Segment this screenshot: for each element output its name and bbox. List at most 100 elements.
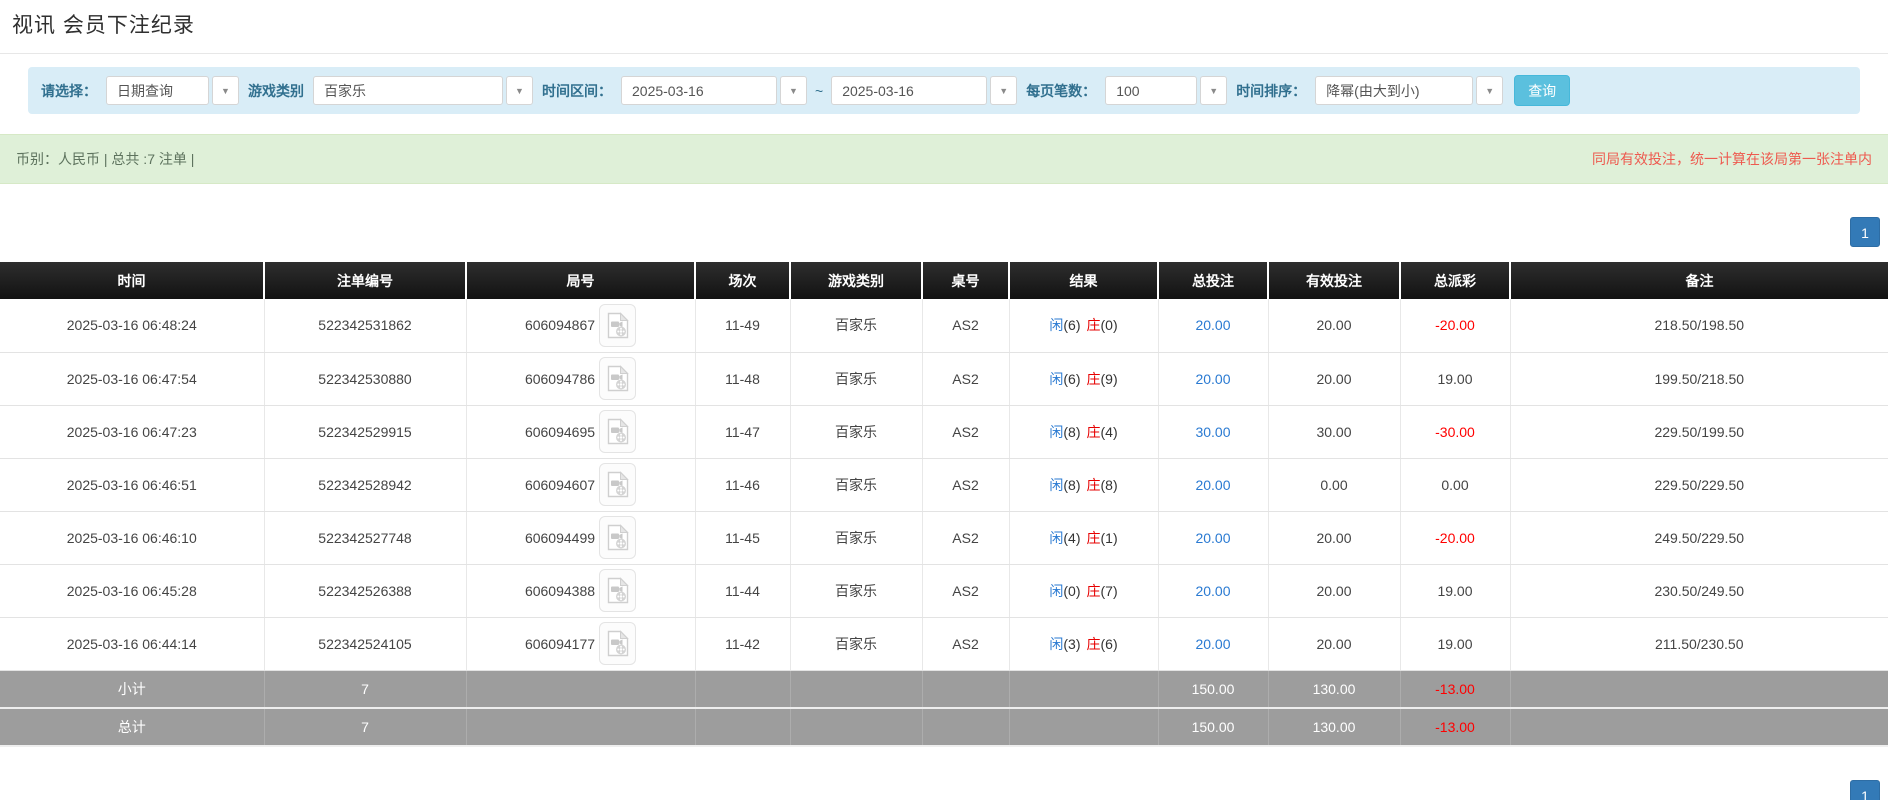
- cell-game-type: 百家乐: [790, 458, 922, 511]
- round-id-text: 606094388: [525, 583, 595, 599]
- result-banker-score: (8): [1101, 477, 1118, 493]
- video-playback-icon[interactable]: [599, 304, 636, 347]
- chevron-down-icon[interactable]: ▼: [212, 76, 239, 105]
- result-player-label: 闲: [1049, 583, 1063, 599]
- cell-session: 11-48: [695, 352, 790, 405]
- date-from-value[interactable]: 2025-03-16: [621, 76, 777, 105]
- cell-remark: 229.50/199.50: [1510, 405, 1888, 458]
- column-header: 备注: [1510, 262, 1888, 299]
- cell-payout: 19.00: [1400, 564, 1510, 617]
- cell-game-type: 百家乐: [790, 617, 922, 670]
- cell-bet-id: 522342528942: [264, 458, 466, 511]
- cell-time: 2025-03-16 06:48:24: [0, 299, 264, 352]
- column-header: 有效投注: [1268, 262, 1400, 299]
- result-player-score: (3): [1063, 636, 1080, 652]
- video-playback-icon[interactable]: [599, 569, 636, 612]
- cell-table-no: AS2: [922, 458, 1009, 511]
- cell-table-no: AS2: [922, 405, 1009, 458]
- column-header: 总投注: [1158, 262, 1268, 299]
- date-to-select[interactable]: 2025-03-16 ▼: [831, 76, 1017, 105]
- result-banker-label: 庄: [1087, 583, 1101, 599]
- cell-session: 11-42: [695, 617, 790, 670]
- result-player-score: (8): [1063, 477, 1080, 493]
- cell-payout: -20.00: [1400, 511, 1510, 564]
- cell-result: 闲(6)庄(0): [1009, 299, 1158, 352]
- cell-bet-id: 522342524105: [264, 617, 466, 670]
- result-player-label: 闲: [1049, 636, 1063, 652]
- cell-total-bet[interactable]: 20.00: [1158, 458, 1268, 511]
- time-sort-select[interactable]: 降幂(由大到小) ▼: [1315, 76, 1503, 105]
- page-size-select[interactable]: 100 ▼: [1105, 76, 1227, 105]
- summary-label: 小计: [0, 670, 264, 708]
- cell-time: 2025-03-16 06:47:54: [0, 352, 264, 405]
- cell-total-bet[interactable]: 20.00: [1158, 564, 1268, 617]
- result-player-label: 闲: [1049, 371, 1063, 387]
- cell-total-bet[interactable]: 30.00: [1158, 405, 1268, 458]
- cell-result: 闲(4)庄(1): [1009, 511, 1158, 564]
- result-player-score: (6): [1063, 371, 1080, 387]
- cell-valid-bet: 20.00: [1268, 352, 1400, 405]
- chevron-down-icon[interactable]: ▼: [506, 76, 533, 105]
- cell-round-id: 606094867: [466, 299, 695, 352]
- cell-bet-id: 522342529915: [264, 405, 466, 458]
- date-to-value[interactable]: 2025-03-16: [831, 76, 987, 105]
- cell-remark: 211.50/230.50: [1510, 617, 1888, 670]
- cell-remark: 199.50/218.50: [1510, 352, 1888, 405]
- time-range-label: 时间区间：: [539, 81, 615, 101]
- search-button[interactable]: 查询: [1514, 75, 1570, 106]
- summary-total-bet: 150.00: [1158, 708, 1268, 746]
- cell-table-no: AS2: [922, 511, 1009, 564]
- cell-table-no: AS2: [922, 299, 1009, 352]
- result-player-label: 闲: [1049, 424, 1063, 440]
- game-type-value[interactable]: 百家乐: [313, 76, 503, 105]
- chevron-down-icon[interactable]: ▼: [1200, 76, 1227, 105]
- cell-remark: 230.50/249.50: [1510, 564, 1888, 617]
- cell-total-bet[interactable]: 20.00: [1158, 352, 1268, 405]
- page-1-button[interactable]: 1: [1850, 217, 1880, 247]
- result-player-label: 闲: [1049, 530, 1063, 546]
- query-type-select[interactable]: 日期查询 ▼: [106, 76, 239, 105]
- cell-time: 2025-03-16 06:44:14: [0, 617, 264, 670]
- result-banker-score: (4): [1101, 424, 1118, 440]
- query-type-value[interactable]: 日期查询: [106, 76, 209, 105]
- summary-payout: -13.00: [1400, 708, 1510, 746]
- result-banker-label: 庄: [1087, 530, 1101, 546]
- column-header: 游戏类别: [790, 262, 922, 299]
- result-player-score: (0): [1063, 583, 1080, 599]
- cell-round-id: 606094499: [466, 511, 695, 564]
- cell-total-bet[interactable]: 20.00: [1158, 511, 1268, 564]
- cell-bet-id: 522342526388: [264, 564, 466, 617]
- chevron-down-icon[interactable]: ▼: [1476, 76, 1503, 105]
- chevron-down-icon[interactable]: ▼: [780, 76, 807, 105]
- column-header: 场次: [695, 262, 790, 299]
- cell-session: 11-44: [695, 564, 790, 617]
- game-type-select[interactable]: 百家乐 ▼: [313, 76, 533, 105]
- video-playback-icon[interactable]: [599, 622, 636, 665]
- valid-bet-note: 同局有效投注，统一计算在该局第一张注单内: [1592, 149, 1872, 169]
- cell-bet-id: 522342530880: [264, 352, 466, 405]
- cell-total-bet[interactable]: 20.00: [1158, 299, 1268, 352]
- video-playback-icon[interactable]: [599, 410, 636, 453]
- page-size-label: 每页笔数：: [1023, 81, 1099, 101]
- cell-result: 闲(0)庄(7): [1009, 564, 1158, 617]
- round-id-text: 606094177: [525, 636, 595, 652]
- result-player-score: (4): [1063, 530, 1080, 546]
- bets-table: 时间注单编号局号场次游戏类别桌号结果总投注有效投注总派彩备注 2025-03-1…: [0, 262, 1888, 747]
- page-size-value[interactable]: 100: [1105, 76, 1197, 105]
- cell-game-type: 百家乐: [790, 405, 922, 458]
- page-1-button[interactable]: 1: [1850, 780, 1880, 800]
- page-title: 视讯 会员下注纪录: [12, 9, 1888, 39]
- result-banker-score: (9): [1101, 371, 1118, 387]
- cell-valid-bet: 30.00: [1268, 405, 1400, 458]
- video-playback-icon[interactable]: [599, 357, 636, 400]
- date-from-select[interactable]: 2025-03-16 ▼: [621, 76, 807, 105]
- summary-valid-bet: 130.00: [1268, 708, 1400, 746]
- round-id-text: 606094695: [525, 424, 595, 440]
- chevron-down-icon[interactable]: ▼: [990, 76, 1017, 105]
- video-playback-icon[interactable]: [599, 463, 636, 506]
- cell-session: 11-46: [695, 458, 790, 511]
- video-playback-icon[interactable]: [599, 516, 636, 559]
- cell-time: 2025-03-16 06:45:28: [0, 564, 264, 617]
- cell-total-bet[interactable]: 20.00: [1158, 617, 1268, 670]
- time-sort-value[interactable]: 降幂(由大到小): [1315, 76, 1473, 105]
